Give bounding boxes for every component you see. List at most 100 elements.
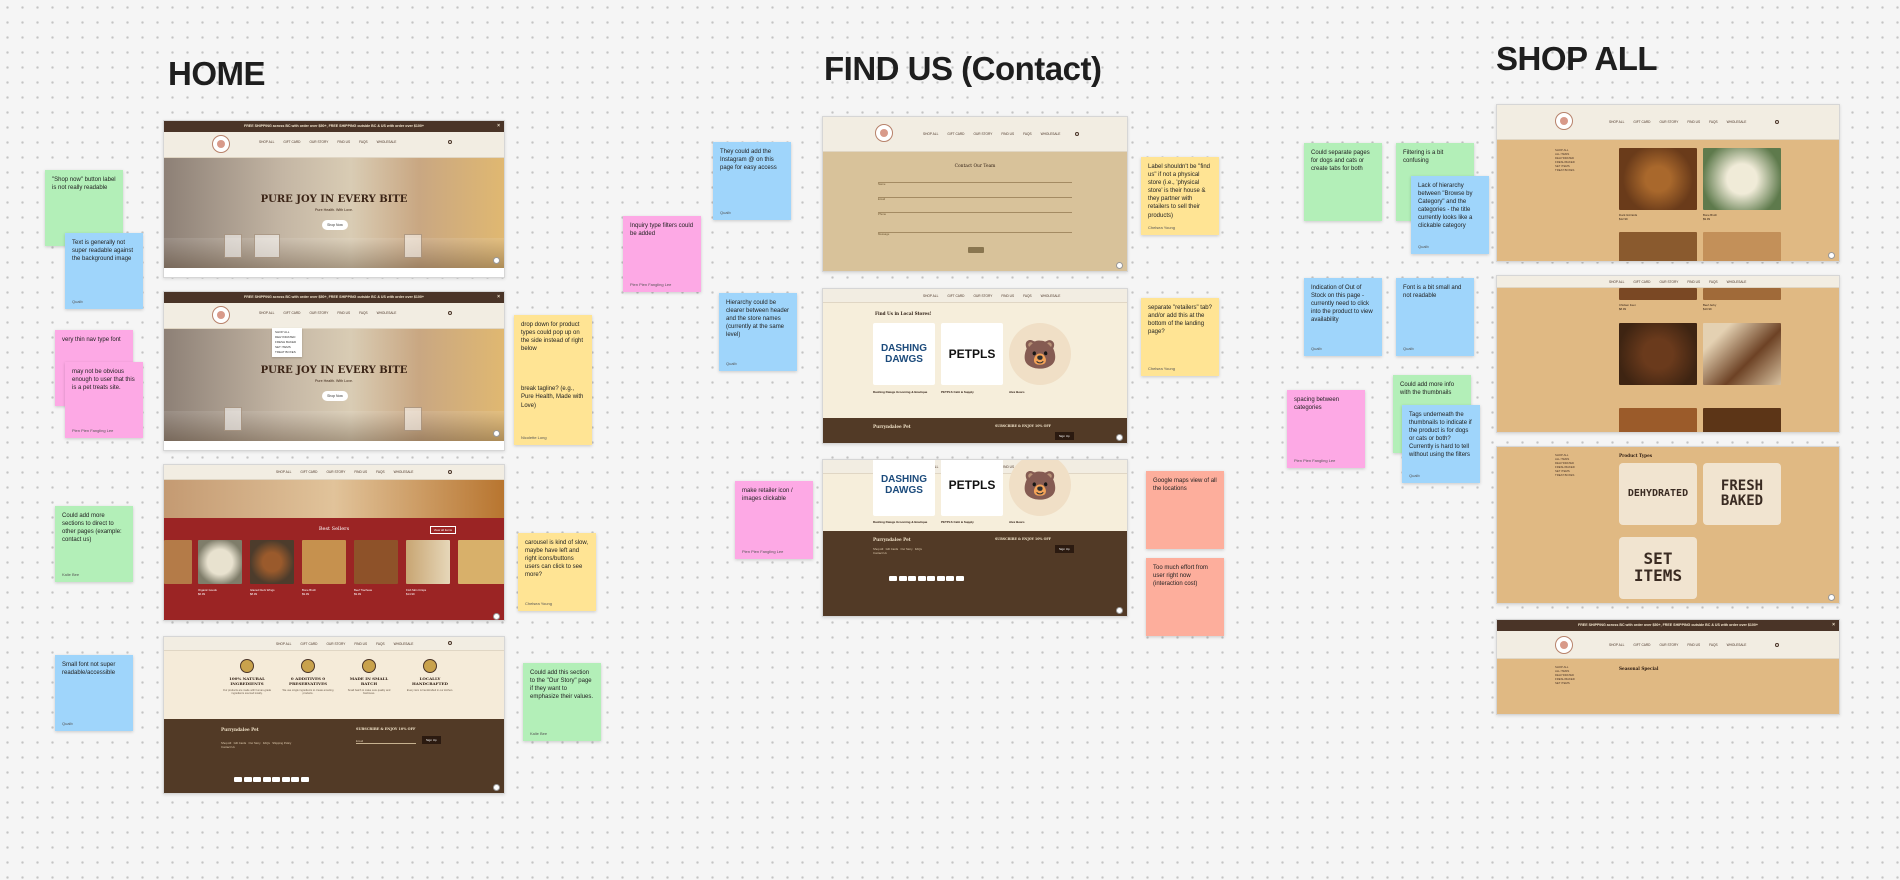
retailer-dashing-dawgs[interactable]: DASHING DAWGS [873,460,935,516]
nav-wholesale[interactable]: WHOLESALE [1727,120,1747,124]
chat-icon[interactable] [1116,434,1123,441]
email-field[interactable]: Email [878,197,1072,201]
product-thumbnail[interactable] [1619,408,1697,432]
sticky-note[interactable]: carousel is kind of slow, maybe have lef… [518,533,596,611]
product-thumbnail[interactable] [1619,323,1697,385]
product-thumbnail[interactable] [354,540,398,584]
close-icon[interactable]: × [497,121,500,132]
nav-gift-card[interactable]: GIFT CARD [947,132,964,136]
nav-our-story[interactable]: OUR STORY [973,132,992,136]
home-frame-best-sellers[interactable]: SHOP ALL GIFT CARD OUR STORY FIND US FAQS WHO… [163,464,505,621]
email-field[interactable]: Email [356,739,416,744]
nav-find-us[interactable]: FIND US [337,311,350,315]
retailer-alex-bears[interactable]: 🐻 [1009,460,1071,516]
nav-shop-all[interactable]: SHOP ALL [923,294,938,298]
retailer-petpls[interactable]: PETPLS [941,460,1003,516]
sticky-note[interactable]: Label shouldn't be "find us" if not a ph… [1141,157,1219,235]
nav-find-us[interactable]: FIND US [354,642,367,646]
sticky-note[interactable]: spacing between categories Pien Pien Fang… [1287,390,1365,468]
sticky-note[interactable]: Text is generally not super readable aga… [65,233,143,309]
nav-our-story[interactable]: OUR STORY [309,311,328,315]
brand-logo[interactable] [212,306,230,324]
search-icon[interactable] [448,470,452,474]
product-thumbnail[interactable] [1619,288,1697,300]
filter-item[interactable]: SET ITEMS [1555,681,1575,685]
chat-icon[interactable] [493,257,500,264]
retailer-name[interactable]: Dashing Dawgs Grooming & Boutique [873,390,935,394]
shop-frame-product-types[interactable]: SHOP ALL ALL ITEMS DEHYDRATED FRESH BAKE… [1496,446,1840,604]
product-thumbnail[interactable] [1703,232,1781,261]
nav-faqs[interactable]: FAQS [1709,280,1718,284]
shop-frame-products-2[interactable]: SHOP ALL GIFT CARD OUR STORY FIND US FAQS WHO… [1496,275,1840,433]
home-frame-dropdown[interactable]: FREE SHIPPING across BC with order over … [163,291,505,451]
sticky-note[interactable]: Could add this section to the "Our Story… [523,663,601,741]
nav-gift-card[interactable]: GIFT CARD [300,642,317,646]
sticky-note[interactable]: Indication of Out of Stock on this page … [1304,278,1382,356]
nav-our-story[interactable]: OUR STORY [1659,643,1678,647]
nav-shop-all[interactable]: SHOP ALL [276,642,291,646]
shop-frame-products-1[interactable]: SHOP ALL GIFT CARD OUR STORY FIND US FAQS WHO… [1496,104,1840,262]
footer-link[interactable]: Gift Cards [886,547,899,551]
search-icon[interactable] [448,140,452,144]
product-thumbnail[interactable] [458,540,504,584]
footer-link[interactable]: FAQs [915,547,922,551]
nav-find-us[interactable]: FIND US [1001,132,1014,136]
filter-item[interactable]: TREAT BOXES [1555,473,1575,477]
nav-faqs[interactable]: FAQS [359,311,368,315]
dropdown-item[interactable]: TREAT BOXES [275,350,299,355]
sticky-note[interactable]: Google maps view of all the locations [1146,471,1224,549]
product-thumbnail[interactable] [302,540,346,584]
sticky-note[interactable]: They could add the Instagram @ on this p… [713,142,791,220]
product-thumbnail[interactable] [1703,288,1781,300]
nav-gift-card[interactable]: GIFT CARD [947,294,964,298]
chat-icon[interactable] [1116,262,1123,269]
nav-wholesale[interactable]: WHOLESALE [1041,294,1061,298]
nav-find-us[interactable]: FIND US [1687,120,1700,124]
product-thumbnail[interactable] [250,540,294,584]
type-card-dehydrated[interactable]: DEHYDRATED [1619,463,1697,525]
sticky-note[interactable]: Inquiry type filters could be added Pien … [623,216,701,292]
nav-gift-card[interactable]: GIFT CARD [300,470,317,474]
search-icon[interactable] [1075,132,1079,136]
chat-icon[interactable] [1116,607,1123,614]
view-all-button[interactable]: View all items [429,526,456,534]
product-thumbnail[interactable] [406,540,450,584]
chat-icon[interactable] [1828,252,1835,259]
nav-faqs[interactable]: FAQS [359,140,368,144]
sticky-note[interactable]: Lack of hierarchy between "Browse by Cat… [1411,176,1489,254]
chat-icon[interactable] [493,613,500,620]
name-field[interactable]: Name [878,182,1072,186]
search-icon[interactable] [1775,120,1779,124]
retailer-alex-bears[interactable]: 🐻 [1009,323,1071,385]
nav-find-us[interactable]: FIND US [1687,280,1700,284]
brand-logo[interactable] [212,135,230,153]
chat-icon[interactable] [493,784,500,791]
search-icon[interactable] [1775,643,1779,647]
find-us-frame-form[interactable]: SHOP ALL GIFT CARD OUR STORY FIND US FAQS WHO… [822,116,1128,272]
nav-shop-all[interactable]: SHOP ALL [259,140,274,144]
nav-wholesale[interactable]: WHOLESALE [1727,280,1747,284]
nav-our-story[interactable]: OUR STORY [309,140,328,144]
chat-icon[interactable] [1828,594,1835,601]
product-thumbnail[interactable] [1619,232,1697,261]
nav-wholesale[interactable]: WHOLESALE [377,311,397,315]
shop-now-button[interactable]: Shop Now [322,220,348,230]
send-button[interactable] [968,247,984,253]
retailer-name[interactable]: Dashing Dawgs Grooming & Boutique [873,520,935,524]
sticky-note[interactable]: Hierarchy could be clearer between heade… [719,293,797,371]
footer-link[interactable]: Contact Us [221,745,235,749]
search-icon[interactable] [448,641,452,645]
retailer-name[interactable]: PETPLS Café & Supply [941,520,1003,524]
close-icon[interactable]: × [497,292,500,303]
sticky-note[interactable]: Font is a bit small and not readable Qual… [1396,278,1474,356]
search-icon[interactable] [448,311,452,315]
nav-wholesale[interactable]: WHOLESALE [394,642,414,646]
nav-faqs[interactable]: FAQS [376,470,385,474]
sticky-note[interactable]: Could separate pages for dogs and cats o… [1304,143,1382,221]
nav-gift-card[interactable]: GIFT CARD [1633,643,1650,647]
sign-up-button[interactable]: Sign Up [1055,432,1074,440]
filter-item[interactable]: TREAT BOXES [1555,168,1575,172]
phone-field[interactable]: Phone [878,212,1072,216]
nav-our-story[interactable]: OUR STORY [1659,120,1678,124]
nav-shop-all[interactable]: SHOP ALL [259,311,274,315]
